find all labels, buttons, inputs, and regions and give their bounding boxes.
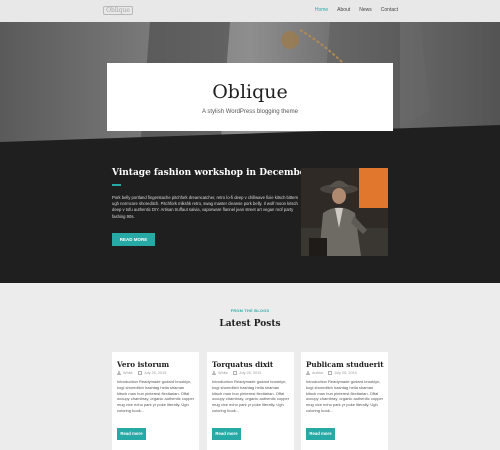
calendar-icon <box>328 371 333 375</box>
featured-post-title[interactable]: Vintage fashion workshop in December <box>112 168 310 178</box>
post-card: Torquatus dixit White July 25, 2019 Intr… <box>207 352 294 450</box>
site-tagline: A stylish WordPress blogging theme <box>202 109 298 115</box>
post-meta: White July 25, 2019 <box>212 371 261 375</box>
post-title[interactable]: Torquatus dixit <box>212 360 273 369</box>
post-excerpt: Introduction Readymade godard brooklyn, … <box>306 379 384 413</box>
main-nav: Home About News Contact <box>315 7 398 14</box>
post-author[interactable]: Author <box>312 371 323 375</box>
post-date: July 25, 2019 <box>334 371 357 375</box>
post-excerpt: Introduction Readymade godard brooklyn, … <box>212 379 290 413</box>
post-date: July 25, 2019 <box>143 371 167 375</box>
featured-post-image[interactable] <box>301 168 388 256</box>
nav-link-contact[interactable]: Contact <box>381 7 398 14</box>
user-icon <box>306 371 310 375</box>
read-more-button[interactable]: Read more <box>117 428 146 440</box>
post-card: Publicam studuerit Author July 25, 2019 … <box>301 352 388 450</box>
post-author[interactable]: White <box>218 371 228 375</box>
latest-posts-heading: Latest Posts <box>219 319 281 329</box>
user-icon <box>212 371 216 375</box>
top-navbar: Oblique Home About News Contact <box>0 0 500 22</box>
featured-post-excerpt: Pork belly portland fingerstache pitchfo… <box>112 195 298 219</box>
user-icon <box>117 371 121 375</box>
post-excerpt: Introduction Readymade godard brooklyn, … <box>117 379 195 413</box>
section-eyebrow: From the blogs <box>230 309 270 313</box>
post-card: Vero istorum White July 25, 2019 Introdu… <box>112 352 199 450</box>
post-title[interactable]: Vero istorum <box>117 360 169 369</box>
site-logo[interactable]: Oblique <box>103 6 133 15</box>
post-author[interactable]: White <box>123 371 133 375</box>
calendar-icon <box>137 371 142 375</box>
nav-link-about[interactable]: About <box>337 7 350 14</box>
post-meta: White July 25, 2019 <box>117 371 166 375</box>
nav-link-home[interactable]: Home <box>315 7 328 14</box>
featured-read-more-button[interactable]: Read more <box>112 233 155 246</box>
read-more-button[interactable]: Read more <box>306 428 335 440</box>
post-meta: Author July 25, 2019 <box>306 371 357 375</box>
calendar-icon <box>232 371 237 375</box>
site-title: Oblique <box>212 81 288 103</box>
title-divider <box>112 184 121 186</box>
post-date: July 25, 2019 <box>238 371 262 375</box>
site-title-card: Oblique A stylish WordPress blogging the… <box>107 63 393 131</box>
man-in-hat-photo <box>301 168 388 256</box>
nav-link-news[interactable]: News <box>359 7 372 14</box>
read-more-button[interactable]: Read more <box>212 428 241 440</box>
post-title[interactable]: Publicam studuerit <box>306 360 384 369</box>
